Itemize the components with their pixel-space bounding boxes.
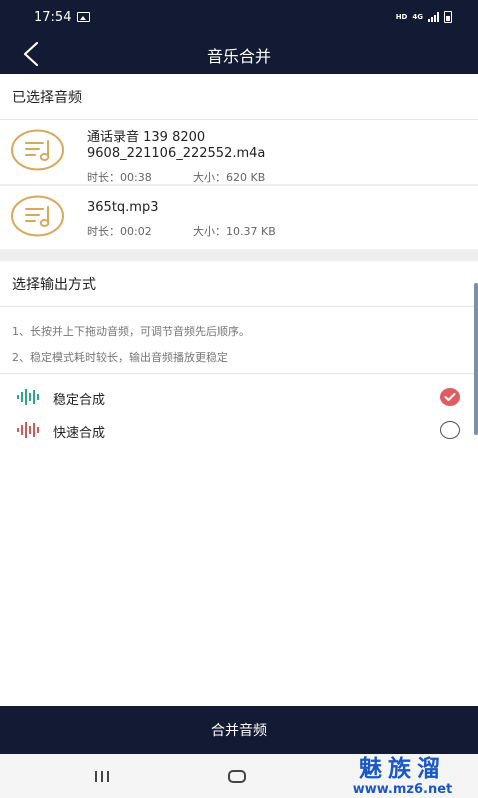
tip-text: 2、稳定模式耗时较长，输出音频播放更稳定 <box>12 351 228 364</box>
music-note-icon <box>11 129 64 171</box>
radio-checked-icon[interactable] <box>440 388 460 406</box>
battery-icon <box>444 11 452 23</box>
selected-audio-header: 已选择音频 <box>0 74 478 120</box>
file-name: 通话录音 139 8200 9608_221106_222552.m4a <box>87 130 266 161</box>
merge-audio-button[interactable]: 合并音频 <box>0 706 478 754</box>
radio-unchecked-icon[interactable] <box>440 421 460 439</box>
file-size: 大小：620 KB <box>193 171 266 184</box>
mode-label: 稳定合成 <box>53 393 106 408</box>
waveform-icon <box>17 422 39 438</box>
image-icon <box>77 12 90 22</box>
divider <box>0 373 478 374</box>
network-label: 4G <box>412 13 423 21</box>
file-name: 365tq.mp3 <box>87 200 159 215</box>
audio-file-item[interactable]: 365tq.mp3 时长：00:02 大小：10.37 KB <box>0 186 478 249</box>
status-indicators: HD 4G <box>396 11 452 23</box>
page-title: 音乐合并 <box>206 47 271 66</box>
mode-option-fast[interactable]: 快速合成 <box>0 414 478 446</box>
file-duration: 时长：00:38 <box>87 171 152 184</box>
scrollbar[interactable] <box>474 283 478 435</box>
mode-option-stable[interactable]: 稳定合成 <box>0 381 478 413</box>
waveform-icon <box>17 389 39 405</box>
watermark-text: 魅族溜 <box>359 756 446 782</box>
app-bar: 音乐合并 <box>0 34 478 74</box>
watermark-url: www.mz6.net <box>352 782 453 797</box>
recents-icon[interactable] <box>95 771 109 782</box>
watermark: 魅族溜 www.mz6.net <box>330 756 475 797</box>
section-divider <box>0 249 478 261</box>
status-bar: 17:54 HD 4G <box>0 0 478 34</box>
music-note-icon <box>11 195 64 237</box>
signal-icon <box>428 12 439 22</box>
tip-text: 1、长按并上下拖动音频，可调节音频先后顺序。 <box>12 325 250 338</box>
mode-label: 快速合成 <box>53 426 106 441</box>
file-size: 大小：10.37 KB <box>193 225 276 238</box>
status-time: 17:54 <box>34 10 72 25</box>
hd-label: HD <box>395 13 408 21</box>
file-duration: 时长：00:02 <box>87 225 152 238</box>
home-icon[interactable] <box>228 770 246 783</box>
audio-file-item[interactable]: 通话录音 139 8200 9608_221106_222552.m4a 时长：… <box>0 121 478 184</box>
output-mode-header: 选择输出方式 <box>0 261 478 307</box>
